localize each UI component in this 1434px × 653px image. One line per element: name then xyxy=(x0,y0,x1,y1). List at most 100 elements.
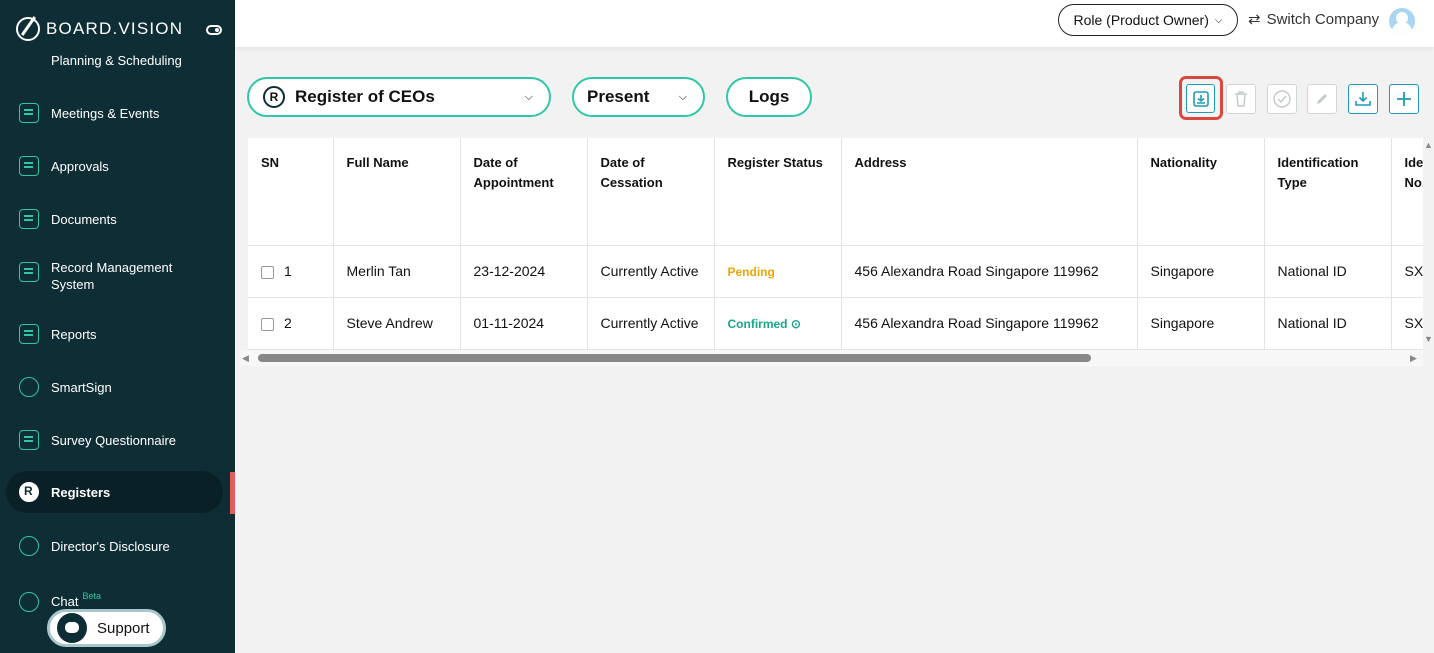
chat-icon xyxy=(19,592,39,612)
sidebar-item-label: Approvals xyxy=(51,158,109,174)
sidebar-item-label: Record Management System xyxy=(51,260,173,292)
chevron-down-icon: ⌵ xyxy=(524,90,533,103)
name-cell: Steve Andrew xyxy=(333,297,461,350)
plus-icon xyxy=(1397,92,1411,106)
appointment-cell: 01-11-2024 xyxy=(460,297,588,350)
support-chat-icon xyxy=(57,613,87,643)
record-icon xyxy=(19,262,39,282)
logs-button[interactable]: Logs xyxy=(726,77,812,117)
sidebar-item-registers[interactable]: Registers xyxy=(6,471,223,513)
table-row[interactable]: 2 Steve Andrew 01-11-2024 Currently Acti… xyxy=(248,297,1423,350)
row-checkbox[interactable] xyxy=(261,265,274,279)
column-header[interactable]: Date of Cessation xyxy=(587,138,715,246)
period-select-label: Present xyxy=(587,87,650,106)
sidebar-item-record-management[interactable]: Record Management System xyxy=(0,258,230,294)
support-label: Support xyxy=(97,619,150,637)
name-cell: Merlin Tan xyxy=(333,245,461,298)
column-header[interactable]: Register Status xyxy=(714,138,842,246)
approve-button[interactable] xyxy=(1267,84,1297,114)
column-header[interactable]: Identification No. xyxy=(1391,138,1423,246)
period-select[interactable]: Present ⌵ xyxy=(572,77,705,117)
edit-button[interactable] xyxy=(1307,84,1337,114)
status-cell: Confirmed ⊙ xyxy=(714,297,842,350)
id-type-cell: National ID xyxy=(1264,245,1392,298)
sidebar-item-label: Survey Questionnaire xyxy=(51,432,177,448)
scrollbar-thumb[interactable] xyxy=(258,354,1091,362)
sidebar-item-label: Documents xyxy=(51,211,117,227)
role-dropdown[interactable]: Role (Product Owner) ⌵ xyxy=(1058,4,1238,36)
column-header[interactable]: Full Name xyxy=(333,138,461,246)
support-button[interactable]: Support xyxy=(47,609,166,647)
register-table: SN Full Name Date of Appointment Date of… xyxy=(248,138,1423,350)
role-label: Role (Product Owner) xyxy=(1073,12,1209,28)
sidebar-item-planning[interactable]: Planning & Scheduling xyxy=(0,50,230,70)
scroll-down-icon[interactable]: ▼ xyxy=(1424,334,1433,344)
address-cell: 456 Alexandra Road Singapore 119962 xyxy=(841,297,1138,350)
sidebar-item-label: SmartSign xyxy=(51,379,112,395)
add-button[interactable] xyxy=(1389,84,1419,114)
topbar: Role (Product Owner) ⌵ ⇄ Switch Company xyxy=(235,0,1434,47)
column-header[interactable]: Nationality xyxy=(1137,138,1265,246)
sidebar-item-meetings[interactable]: Meetings & Events xyxy=(0,102,230,124)
sidebar-item-reports[interactable]: Reports xyxy=(0,323,230,345)
scroll-left-icon[interactable]: ◀ xyxy=(242,353,249,364)
brand-logo[interactable]: BOARD.VISION xyxy=(16,17,183,41)
switch-company-button[interactable]: ⇄ Switch Company xyxy=(1248,10,1379,29)
pen-icon xyxy=(19,377,39,397)
sidebar-toggle-icon[interactable] xyxy=(206,25,222,35)
beta-badge: Beta xyxy=(82,590,101,601)
table-row[interactable]: 1 Merlin Tan 23-12-2024 Currently Active… xyxy=(248,245,1423,298)
disclosure-icon xyxy=(19,536,39,556)
active-indicator xyxy=(230,472,235,514)
horizontal-scrollbar[interactable]: ◀ ▶ xyxy=(240,350,1423,366)
sidebar-item-directors-disclosure[interactable]: Director's Disclosure xyxy=(0,535,230,557)
sidebar-item-documents[interactable]: Documents xyxy=(0,208,230,230)
scroll-up-icon[interactable]: ▲ xyxy=(1424,140,1433,150)
approvals-icon xyxy=(19,156,39,176)
id-no-cell: SX1 xyxy=(1391,245,1423,298)
nationality-cell: Singapore xyxy=(1137,245,1265,298)
brand-name: BOARD.VISION xyxy=(46,19,184,38)
avatar[interactable] xyxy=(1389,8,1415,34)
register-badge-icon: R xyxy=(263,86,285,108)
sn-cell: 2 xyxy=(248,297,334,350)
reports-icon xyxy=(19,324,39,344)
download-button[interactable] xyxy=(1348,84,1378,114)
sidebar-item-approvals[interactable]: Approvals xyxy=(0,155,230,177)
sidebar-item-survey[interactable]: Survey Questionnaire xyxy=(0,429,230,451)
id-type-cell: National ID xyxy=(1264,297,1392,350)
status-badge: Pending xyxy=(727,265,775,279)
sidebar-item-smartsign[interactable]: SmartSign xyxy=(0,376,230,398)
register-select-label: Register of CEOs xyxy=(295,87,435,106)
chevron-down-icon: ⌵ xyxy=(1214,14,1223,26)
import-icon xyxy=(1192,90,1209,107)
check-circle-icon xyxy=(1273,90,1291,108)
switch-icon: ⇄ xyxy=(1248,11,1261,28)
register-select[interactable]: R Register of CEOs ⌵ xyxy=(247,77,551,117)
sidebar-item-label: Reports xyxy=(51,326,97,342)
cessation-cell: Currently Active xyxy=(587,245,715,298)
registers-icon xyxy=(19,482,39,502)
sidebar-item-label: Meetings & Events xyxy=(51,105,160,121)
appointment-cell: 23-12-2024 xyxy=(460,245,588,298)
column-header[interactable]: Date of Appointment xyxy=(460,138,588,246)
documents-icon xyxy=(19,209,39,229)
logo-icon xyxy=(16,17,40,41)
vertical-scrollbar[interactable]: ▲ ▼ xyxy=(1424,138,1434,350)
trash-icon xyxy=(1235,91,1247,107)
column-header[interactable]: Identification Type xyxy=(1264,138,1392,246)
nationality-cell: Singapore xyxy=(1137,297,1265,350)
row-checkbox[interactable] xyxy=(261,317,274,331)
address-cell: 456 Alexandra Road Singapore 119962 xyxy=(841,245,1138,298)
delete-button[interactable] xyxy=(1226,84,1256,114)
pencil-icon xyxy=(1317,94,1327,104)
id-no-cell: SX1 xyxy=(1391,297,1423,350)
column-header[interactable]: Address xyxy=(841,138,1138,246)
scroll-right-icon[interactable]: ▶ xyxy=(1410,353,1417,364)
table-header-row: SN Full Name Date of Appointment Date of… xyxy=(248,138,1423,246)
check-circle-icon: ⊙ xyxy=(790,317,801,331)
status-badge: Confirmed ⊙ xyxy=(727,317,801,331)
column-header[interactable]: SN xyxy=(248,138,334,246)
calendar-icon xyxy=(19,103,39,123)
import-button[interactable] xyxy=(1186,84,1215,113)
